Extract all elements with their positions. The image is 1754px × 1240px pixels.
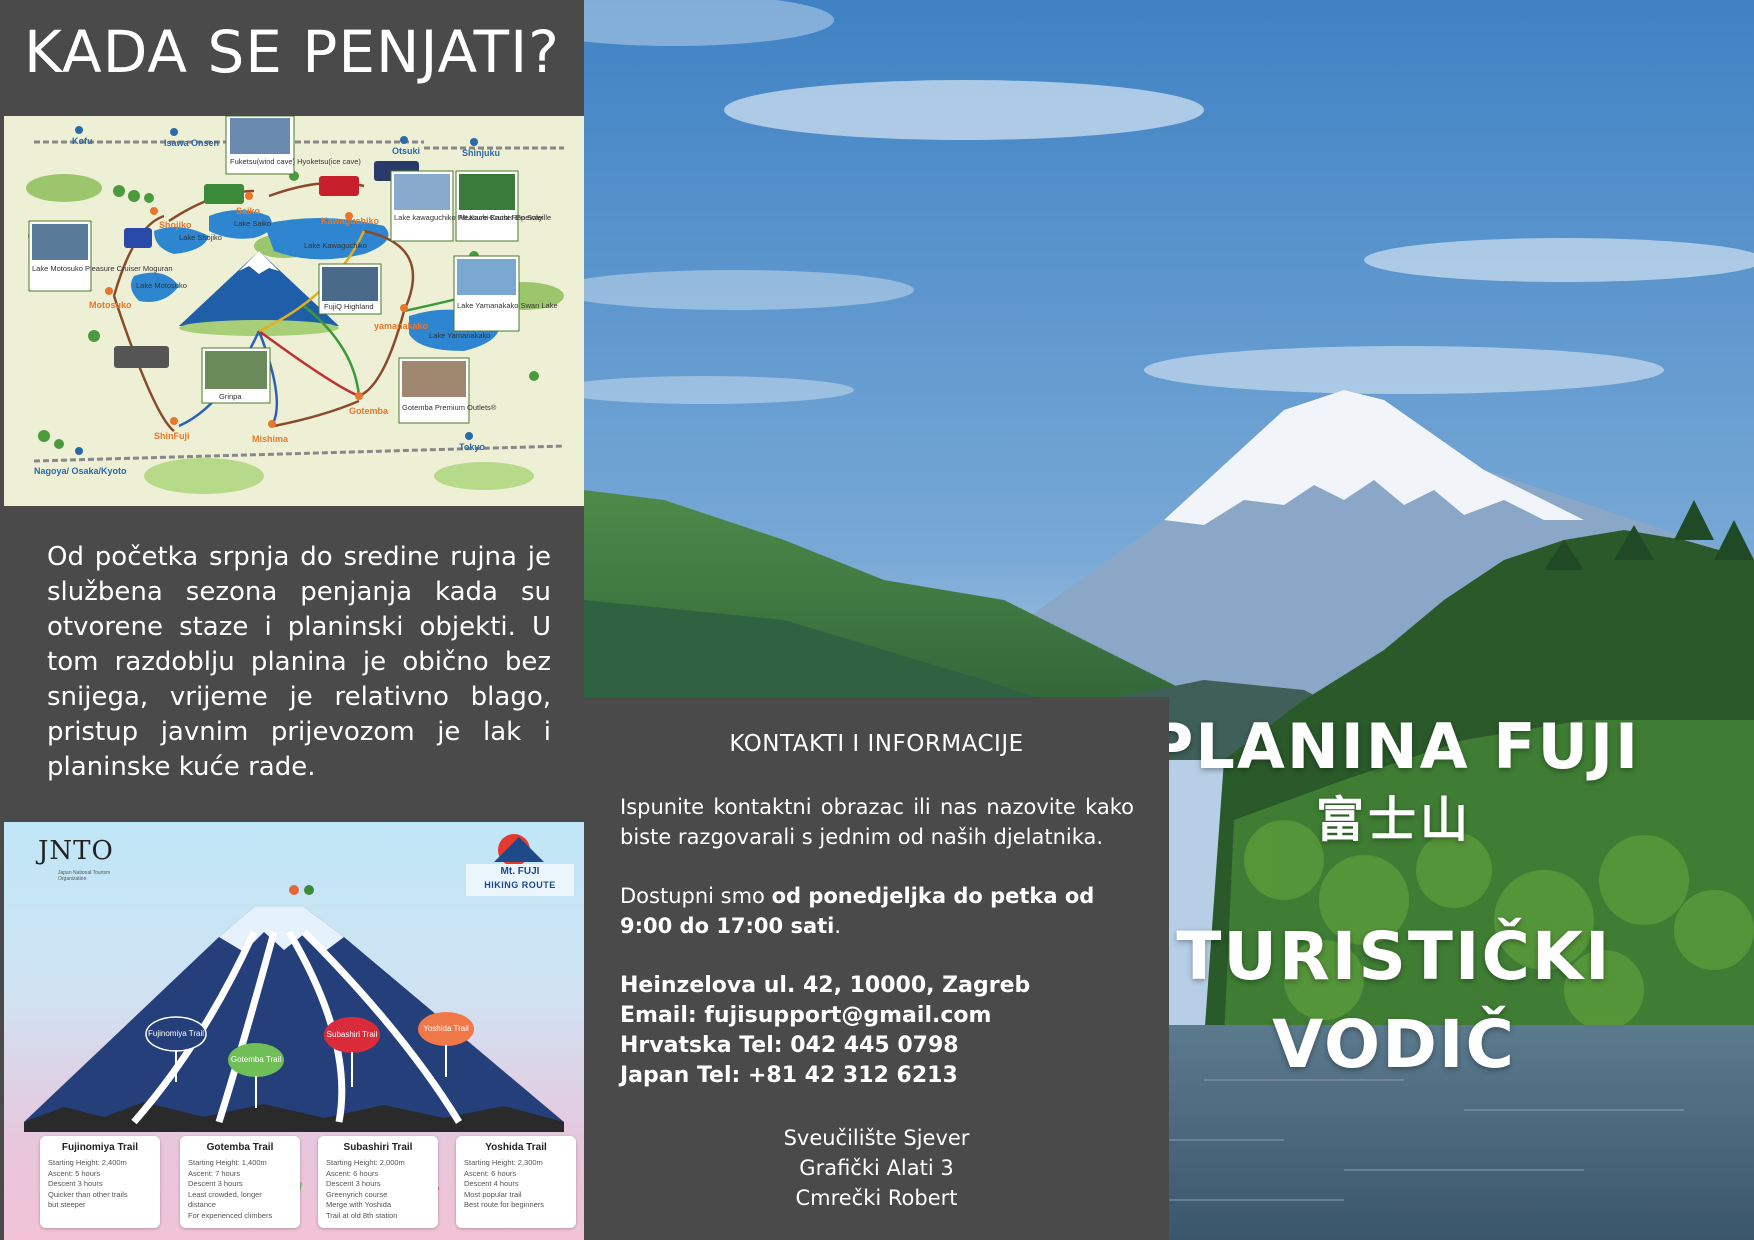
map-station-nagoya: Nagoya/ Osaka/Kyoto bbox=[34, 466, 127, 476]
contact-panel: KONTAKTI I INFORMACIJE Ispunite kontaktn… bbox=[584, 697, 1169, 1240]
phone-japan[interactable]: Japan Tel: +81 42 312 6213 bbox=[620, 1061, 1134, 1091]
map-photo-caption-moguran: Lake Motosuko Pleasure Cruiser Moguran bbox=[32, 264, 173, 273]
route-map: Kofu Isawa Onsen Otsuki Shinjuku Nagoya/… bbox=[4, 116, 584, 506]
sign-fujinomiya: Fujinomiya Trail bbox=[148, 1029, 204, 1038]
trail-card-gotemba: Gotemba Trail Starting Height: 1,400m As… bbox=[180, 1136, 300, 1228]
map-photo-caption-ropeway: Mt.Kachi-Kachi Ropeway bbox=[459, 213, 543, 222]
trail-card-details: Starting Height: 2,000m Ascent: 6 hours … bbox=[326, 1158, 405, 1220]
map-town-shojiko: Shojiko bbox=[159, 220, 192, 230]
map-lake-motosuko: Lake Motosuko bbox=[136, 281, 187, 290]
address: Heinzelova ul. 42, 10000, Zagreb bbox=[620, 973, 1031, 998]
credit-university: Sveučilište Sjever bbox=[783, 1126, 970, 1150]
email-link[interactable]: Email: fujisupport@gmail.com bbox=[620, 1001, 1134, 1031]
credit-course: Grafički Alati 3 bbox=[799, 1156, 954, 1180]
intro-paragraph: Od početka srpnja do sredine rujna je sl… bbox=[47, 542, 551, 782]
hero-title: PLANINA FUJI bbox=[1147, 710, 1641, 783]
map-lake-shojiko: Lake Shojiko bbox=[179, 233, 222, 242]
hero-subtitle-line1: TURISTIČKI bbox=[1176, 918, 1612, 995]
trail-card-details: Starting Height: 1,400m Ascent: 7 hours … bbox=[188, 1158, 273, 1220]
sign-subashiri: Subashiri Trail bbox=[327, 1030, 378, 1039]
map-town-shinfuji: ShinFuji bbox=[154, 431, 190, 441]
map-town-gotemba: Gotemba bbox=[349, 406, 389, 416]
trail-card-title: Subashiri Trail bbox=[343, 1142, 413, 1153]
hero-subtitle-line2: VODIČ bbox=[1272, 1006, 1516, 1083]
hiking-route-poster: Fujinomiya Trail Gotemba Trail Subashiri… bbox=[4, 822, 584, 1240]
map-town-mishima: Mishima bbox=[252, 434, 289, 444]
contact-text: Ispunite kontaktni obrazac ili nas nazov… bbox=[620, 795, 1134, 849]
credits: Sveučilište Sjever Grafički Alati 3 Cmre… bbox=[584, 1123, 1169, 1213]
map-town-saiko: Saiko bbox=[236, 206, 261, 216]
map-photo-caption-swan: Lake Yamanakako Swan Lake bbox=[457, 301, 558, 310]
badge-subtitle: HIKING ROUTE bbox=[484, 880, 556, 890]
map-station-tokyo: Tokyo bbox=[459, 442, 485, 452]
availability-text: Dostupni smo od ponedjeljka do petka od … bbox=[620, 881, 1134, 941]
contact-heading: KONTAKTI I INFORMACIJE bbox=[729, 731, 1024, 757]
map-photo-caption-outlets: Gotemba Premium Outlets® bbox=[402, 403, 497, 412]
sign-yoshida: Yoshida Trail bbox=[423, 1024, 469, 1033]
map-station-kofu: Kofu bbox=[72, 136, 93, 146]
map-town-kawaguchiko: Kawaguchiko bbox=[321, 216, 380, 226]
map-photo-caption-fuketsu: Fuketsu(wind cave) Hyoketsu(ice cave) bbox=[230, 157, 361, 166]
map-lake-saiko: Lake Saiko bbox=[234, 219, 271, 228]
jnto-logo: JNTO bbox=[38, 836, 114, 866]
phone-croatia[interactable]: Hrvatska Tel: 042 445 0798 bbox=[620, 1031, 1134, 1061]
map-lake-kawaguchiko: Lake Kawaguchiko bbox=[304, 241, 367, 250]
hero-kanji: 富士山 bbox=[1315, 792, 1472, 848]
page-title: KADA SE PENJATI? bbox=[24, 18, 560, 86]
trail-card-fujinomiya: Fujinomiya Trail Starting Height: 2,400m… bbox=[40, 1136, 160, 1228]
sign-gotemba: Gotemba Trail bbox=[231, 1055, 281, 1064]
badge-title: Mt. FUJI bbox=[500, 866, 540, 877]
trail-card-subashiri: Subashiri Trail Starting Height: 2,000m … bbox=[318, 1136, 438, 1228]
jnto-subtitle: Japan National Tourism Organization bbox=[58, 870, 111, 882]
map-lake-yamanakako: Lake Yamanakako bbox=[429, 331, 490, 340]
trail-card-details: Starting Height: 2,300m Ascent: 6 hours … bbox=[464, 1158, 545, 1209]
map-photo-caption-fujiq: FujiQ Highland bbox=[324, 302, 374, 311]
credit-author: Cmrečki Robert bbox=[795, 1186, 958, 1210]
map-photo-caption-grinpa: Grinpa bbox=[219, 392, 242, 401]
availability-prefix: Dostupni smo bbox=[620, 884, 772, 908]
trail-card-details: Starting Height: 2,400m Ascent: 5 hours … bbox=[48, 1158, 128, 1209]
map-town-motosuko: Motosuko bbox=[89, 300, 132, 310]
trail-card-title: Fujinomiya Trail bbox=[61, 1142, 139, 1153]
availability-suffix: . bbox=[834, 914, 842, 938]
map-town-yamanakako: yamanakako bbox=[374, 321, 429, 331]
map-station-otsuki: Otsuki bbox=[392, 146, 420, 156]
map-station-isawa: Isawa Onsen bbox=[164, 138, 219, 148]
trail-card-title: Yoshida Trail bbox=[485, 1142, 547, 1153]
map-station-shinjuku: Shinjuku bbox=[462, 148, 500, 158]
trail-card-title: Gotemba Trail bbox=[206, 1142, 274, 1153]
contact-details: Heinzelova ul. 42, 10000, Zagreb Email: … bbox=[620, 971, 1134, 1091]
trail-card-yoshida: Yoshida Trail Starting Height: 2,300m As… bbox=[456, 1136, 576, 1228]
